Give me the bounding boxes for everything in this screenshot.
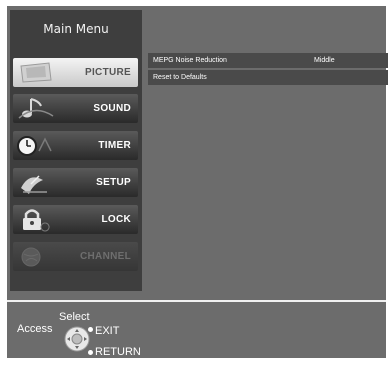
tv-menu-screen: Main Menu PICTURE SOUND TIMER SETUP LOCK… bbox=[7, 6, 388, 358]
picture-icon bbox=[20, 62, 52, 83]
select-hint: Select bbox=[59, 311, 90, 323]
setting-name: Reset to Defaults bbox=[153, 74, 207, 81]
menu-title: Main Menu bbox=[43, 22, 109, 36]
return-hint: RETURN bbox=[95, 346, 141, 358]
menu-item-sound[interactable]: SOUND bbox=[13, 94, 138, 123]
menu-item-setup[interactable]: SETUP bbox=[13, 168, 138, 197]
exit-bullet bbox=[88, 327, 93, 332]
menu-item-label: SETUP bbox=[96, 177, 131, 188]
exit-hint: EXIT bbox=[95, 325, 120, 337]
clock-icon bbox=[17, 136, 52, 156]
footer-divider bbox=[7, 300, 386, 302]
menu-item-label: CHANNEL bbox=[80, 251, 131, 262]
menu-item-lock[interactable]: LOCK bbox=[13, 205, 138, 234]
globe-icon bbox=[21, 247, 41, 267]
setting-row-reset-defaults[interactable]: Reset to Defaults bbox=[148, 70, 388, 85]
menu-item-channel: CHANNEL bbox=[13, 242, 138, 271]
padlock-icon bbox=[23, 209, 50, 232]
menu-item-label: TIMER bbox=[98, 140, 131, 151]
setting-name: MEPG Noise Reduction bbox=[153, 57, 227, 64]
main-menu-panel: Main Menu PICTURE SOUND TIMER SETUP LOCK… bbox=[10, 10, 142, 291]
setting-row-noise-reduction[interactable]: MEPG Noise Reduction Middle bbox=[148, 53, 388, 68]
return-bullet bbox=[88, 350, 93, 355]
menu-item-picture[interactable]: PICTURE bbox=[13, 58, 138, 87]
menu-item-label: PICTURE bbox=[85, 67, 131, 78]
menu-item-timer[interactable]: TIMER bbox=[13, 131, 138, 160]
access-hint: Access bbox=[17, 323, 53, 335]
setting-value: Middle bbox=[314, 57, 335, 64]
menu-item-label: LOCK bbox=[101, 214, 131, 225]
satellite-dish-icon bbox=[21, 175, 47, 194]
menu-item-label: SOUND bbox=[93, 103, 131, 114]
music-note-icon bbox=[18, 98, 54, 119]
